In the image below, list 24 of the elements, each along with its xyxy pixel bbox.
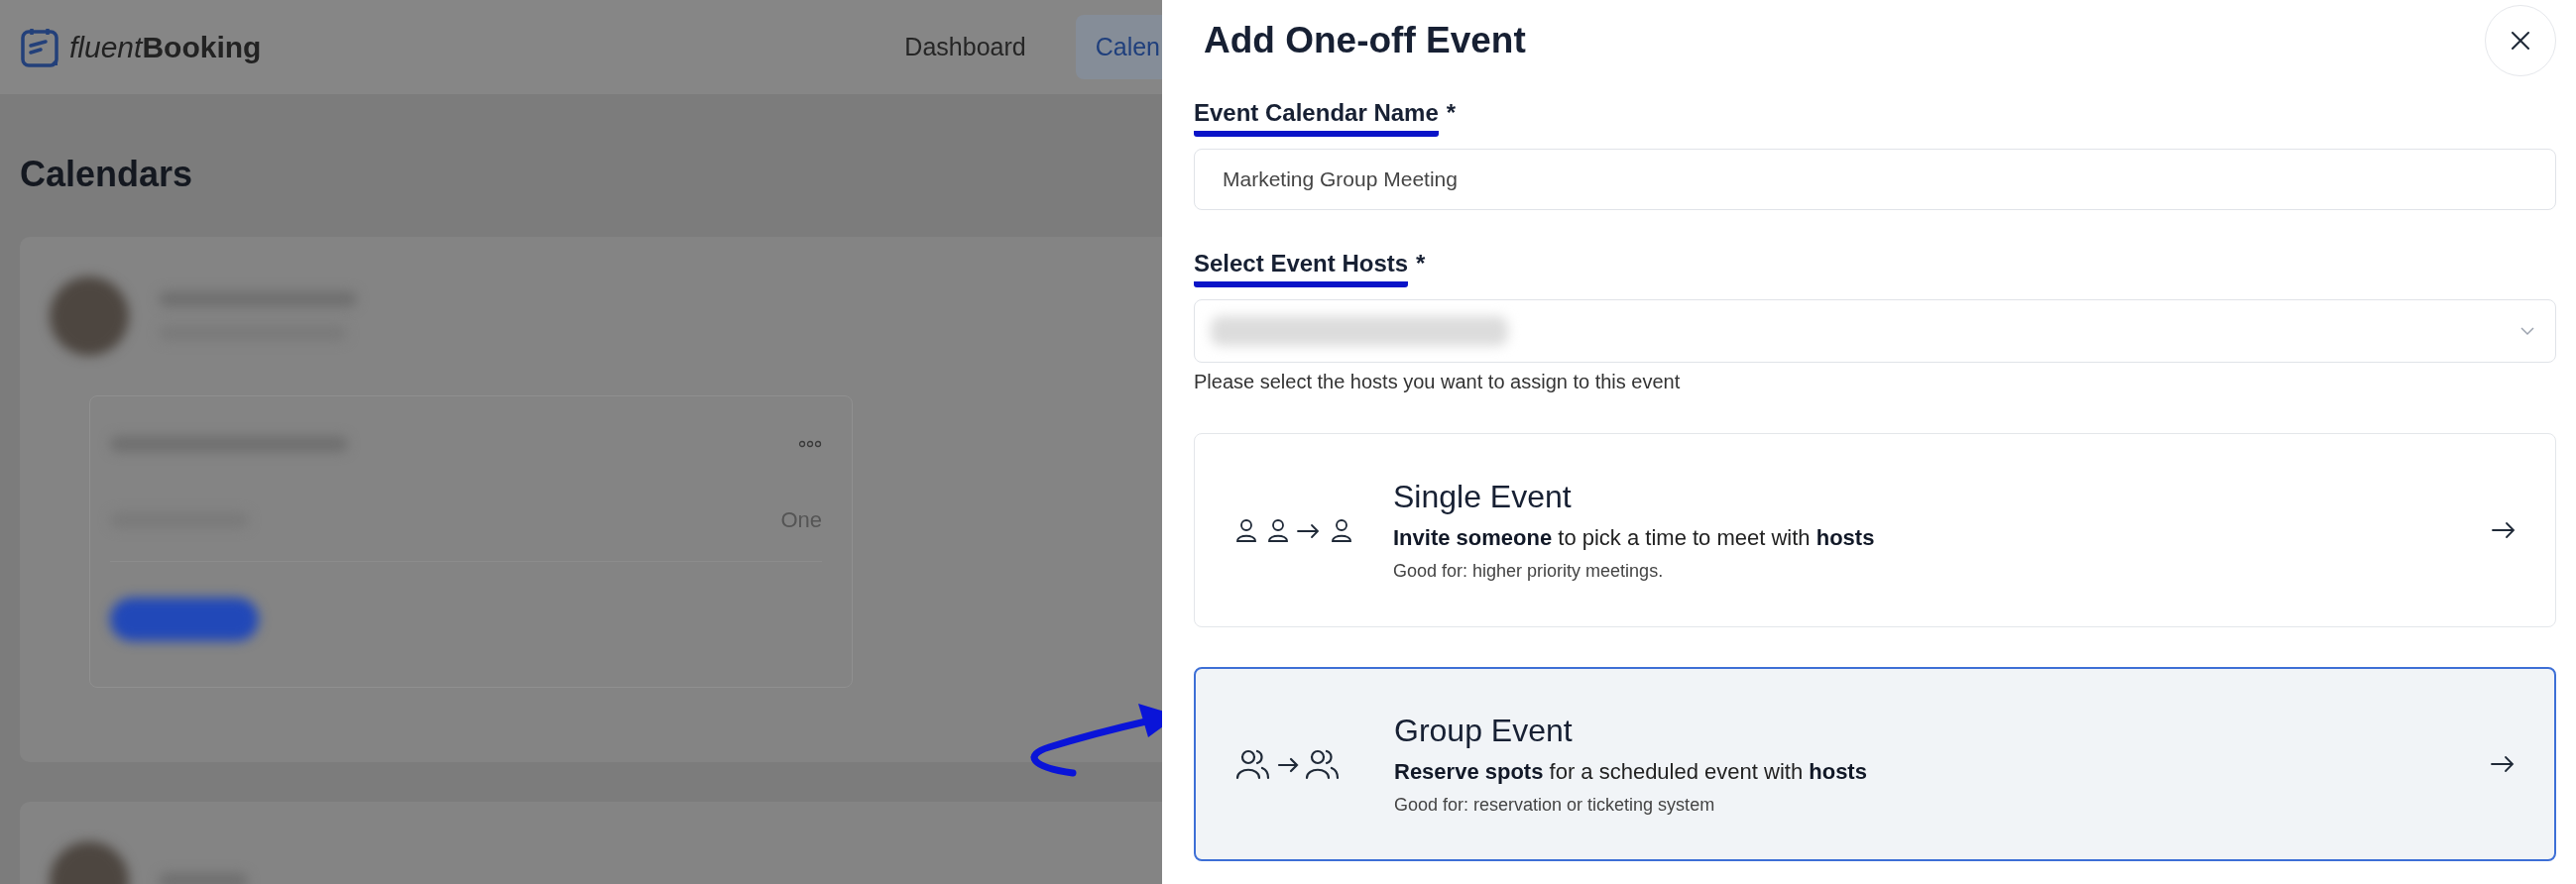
required-mark: * — [1416, 250, 1426, 277]
option-note: Good for: reservation or ticketing system — [1394, 795, 1716, 816]
arrow-right-icon — [2491, 755, 2515, 773]
help-text: Please select the hosts you want to assign to this event — [1194, 371, 1682, 393]
option-description: Invite someone to pick a time to meet with hosts — [1393, 525, 1876, 551]
arrow-right-icon — [2492, 521, 2516, 539]
hosts-select[interactable] — [1194, 299, 2556, 363]
page-title: Calendars — [19, 153, 194, 196]
name-input[interactable]: Marketing Group Meeting — [1194, 149, 2556, 210]
nav-tab[interactable]: Dashboard — [884, 15, 1046, 79]
option-title: Single Event — [1393, 479, 1573, 515]
close-icon — [2510, 30, 2531, 52]
required-mark: * — [1446, 99, 1457, 127]
brand-name: fluentBooking — [69, 30, 262, 64]
event-type-option[interactable]: Group Event Reserve spots for a scheduled event with hosts Good for: reservation or ticketing system — [1194, 667, 2556, 861]
option-title: Group Event — [1394, 713, 1574, 749]
option-note: Good for: higher priority meetings. — [1393, 561, 1665, 582]
option-description: Reserve spots for a scheduled event with hosts — [1394, 759, 1868, 785]
chevron-down-icon — [2519, 326, 2535, 336]
field-label: Event Calendar Name — [1194, 99, 1439, 137]
event-type-option[interactable]: Single Event Invite someone to pick a time to meet with hosts Good for: higher priority meetings. — [1194, 433, 2556, 627]
panel-title: Add One-off Event — [1204, 20, 1526, 61]
field-label: Select Event Hosts — [1194, 250, 1409, 287]
more-icon[interactable] — [798, 440, 822, 448]
